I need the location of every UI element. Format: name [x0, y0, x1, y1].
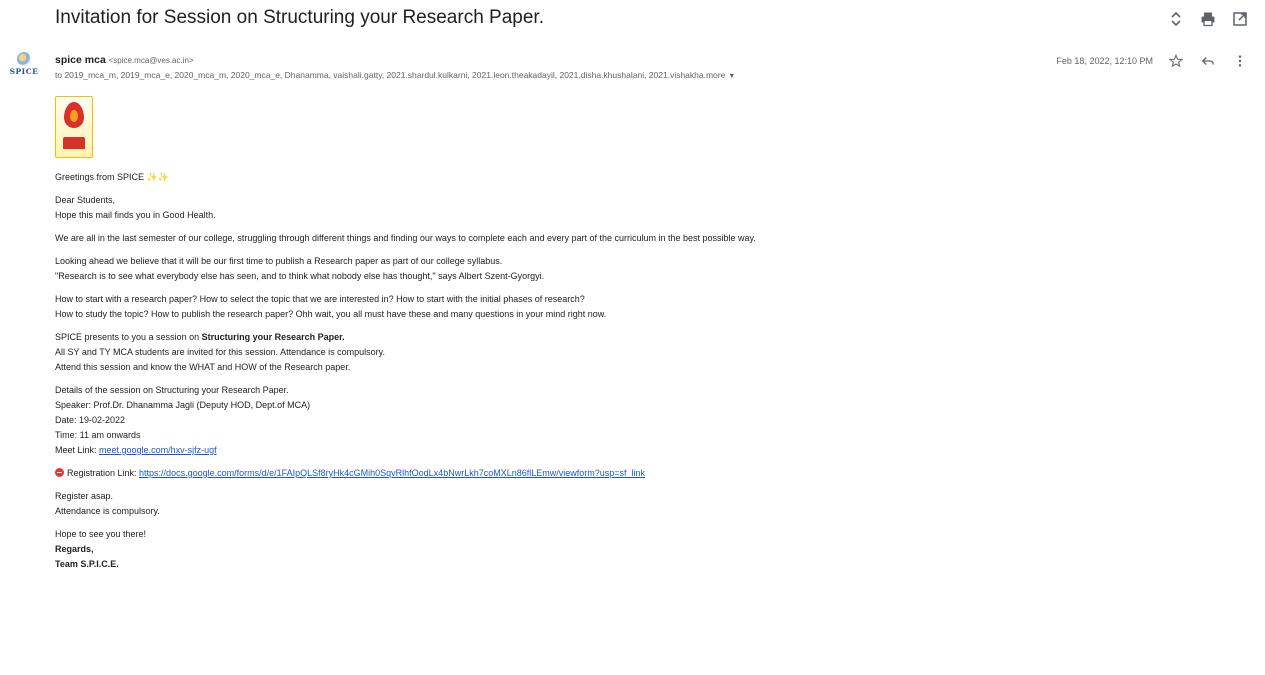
email-body: V.E.S. Greetings from SPICE ✨✨ Dear Stud…	[55, 96, 756, 580]
message-date: Feb 18, 2022, 12:10 PM	[1056, 56, 1153, 66]
signature: Hope to see you there! Regards, Team S.P…	[55, 529, 147, 569]
logo-tag: V.E.S.	[67, 144, 81, 150]
paragraph-3: How to start with a research paper? How …	[55, 294, 607, 319]
session-details: Details of the session on Structuring yo…	[55, 385, 311, 455]
print-icon[interactable]	[1197, 8, 1219, 30]
sparkles-icon: ✨✨	[146, 172, 169, 182]
paragraph-4: SPICE presents to you a session on Struc…	[55, 332, 386, 372]
expand-collapse-icon[interactable]	[1165, 8, 1187, 30]
registration-link[interactable]: https://docs.google.com/forms/d/e/1FAIpQ…	[139, 468, 645, 478]
star-icon[interactable]	[1167, 52, 1185, 70]
salutation: Dear Students, Hope this mail finds you …	[55, 195, 216, 220]
open-in-new-window-icon[interactable]	[1229, 8, 1251, 30]
avatar-text: SPICE	[9, 67, 39, 76]
greeting: Greetings from SPICE ✨✨	[55, 172, 169, 182]
no-entry-icon	[55, 468, 64, 477]
sender-line: spice mca <spice.mca@ves.ac.in>	[55, 54, 194, 66]
flame-icon	[64, 102, 84, 128]
top-actions	[1165, 8, 1251, 30]
avatar: SPICE	[9, 52, 39, 82]
recipients-line: to 2019_mca_m, 2019_mca_e, 2020_mca_m, 2…	[55, 70, 735, 80]
ves-logo: V.E.S.	[55, 96, 93, 158]
reply-icon[interactable]	[1199, 52, 1217, 70]
email-subject: Invitation for Session on Structuring yo…	[55, 7, 544, 28]
paragraph-2: Looking ahead we believe that it will be…	[55, 256, 545, 281]
show-details-caret-icon[interactable]: ▼	[728, 73, 735, 80]
registration: Registration Link: https://docs.google.c…	[55, 466, 756, 481]
sender-name[interactable]: spice mca	[55, 54, 106, 66]
recipients-list: to 2019_mca_m, 2019_mca_e, 2020_mca_m, 2…	[55, 70, 726, 80]
message-meta: Feb 18, 2022, 12:10 PM	[1056, 52, 1249, 70]
paragraph-1: We are all in the last semester of our c…	[55, 233, 756, 243]
meet-link[interactable]: meet.google.com/hxv-sjfz-ugf	[99, 445, 217, 455]
reminder: Register asap. Attendance is compulsory.	[55, 491, 160, 516]
sender-email: <spice.mca@ves.ac.in>	[108, 56, 194, 65]
more-vertical-icon[interactable]	[1231, 52, 1249, 70]
spice-logo-icon	[17, 52, 31, 66]
